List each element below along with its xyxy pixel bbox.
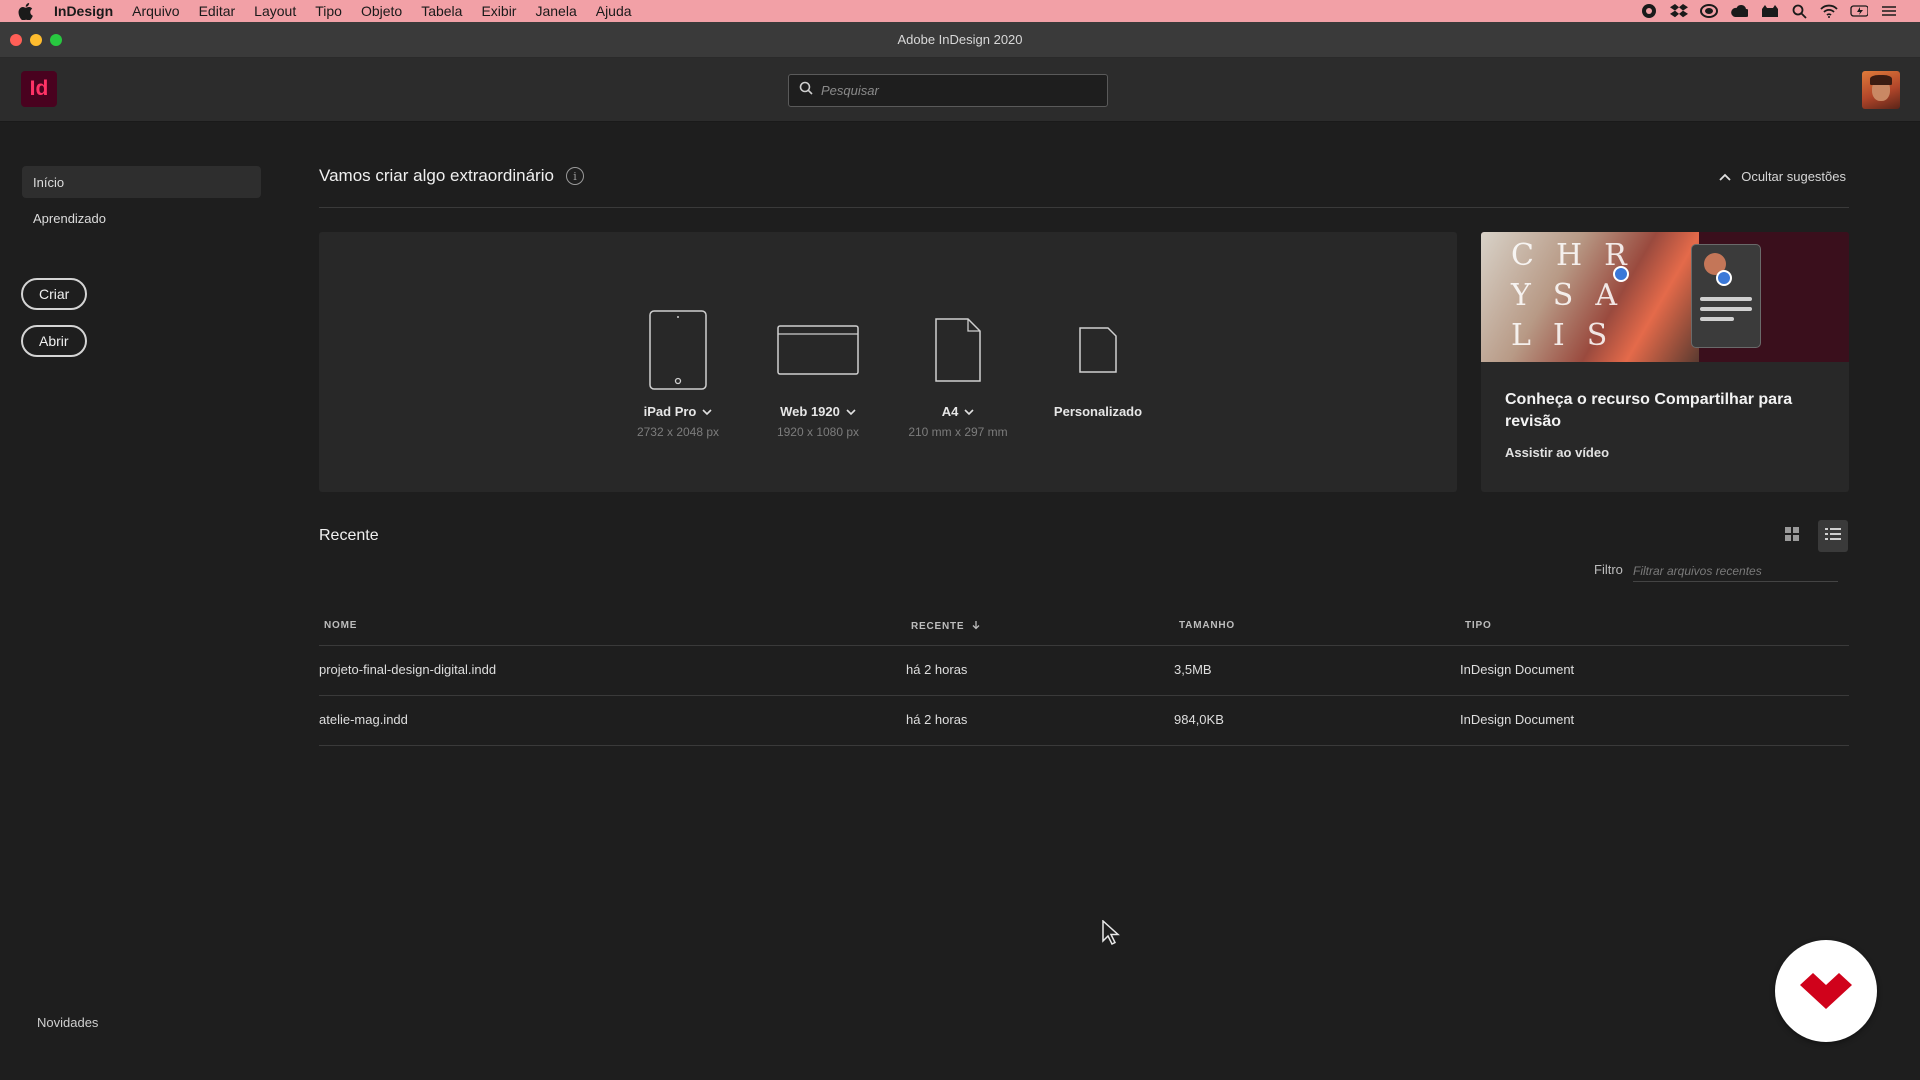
pin-icon: [1716, 270, 1732, 286]
menu-arquivo[interactable]: Arquivo: [132, 3, 179, 19]
preset-a4[interactable]: A4 210 mm x 297 mm: [888, 310, 1028, 439]
sidebar: Início Aprendizado Criar Abrir Novidades: [0, 123, 282, 1080]
preset-size: 2732 x 2048 px: [636, 425, 720, 439]
promo-title: Conheça o recurso Compartilhar para revi…: [1505, 391, 1793, 430]
list-view-button[interactable]: [1818, 520, 1848, 552]
preset-name: Personalizado: [1053, 404, 1143, 419]
file-name: projeto-final-design-digital.indd: [319, 662, 497, 677]
presets-panel: iPad Pro 2732 x 2048 px Web 1920 1920 x …: [319, 232, 1457, 492]
page-title: Vamos criar algo extraordinário i: [319, 166, 584, 186]
spotlight-search-icon[interactable]: [1790, 3, 1808, 19]
battery-icon[interactable]: [1850, 3, 1868, 19]
cloud-icon[interactable]: [1730, 3, 1748, 19]
section-divider: [319, 207, 1849, 208]
brand-badge-icon[interactable]: [1775, 940, 1877, 1042]
column-header-recent[interactable]: RECENTE: [911, 620, 980, 633]
menu-layout[interactable]: Layout: [254, 3, 296, 19]
preset-web-1920[interactable]: Web 1920 1920 x 1080 px: [748, 310, 888, 439]
pin-icon: [1613, 266, 1629, 282]
user-avatar[interactable]: [1862, 71, 1900, 109]
file-size: 3,5MB: [1174, 662, 1212, 677]
chevron-down-icon[interactable]: [846, 404, 856, 419]
preset-size: 1920 x 1080 px: [776, 425, 860, 439]
menu-app-indesign[interactable]: InDesign: [54, 3, 113, 19]
app-header: Id: [0, 58, 1920, 122]
table-row[interactable]: projeto-final-design-digital.indd há 2 h…: [319, 645, 1849, 695]
mouse-cursor-icon: [1102, 919, 1122, 951]
menu-objeto[interactable]: Objeto: [361, 3, 402, 19]
column-header-name[interactable]: NOME: [324, 620, 357, 631]
indesign-logo: Id: [21, 71, 57, 107]
create-button[interactable]: Criar: [21, 278, 88, 310]
cat-icon[interactable]: [1760, 3, 1778, 19]
preset-personalizado[interactable]: Personalizado: [1028, 310, 1168, 425]
info-icon[interactable]: i: [565, 167, 584, 185]
sort-down-arrow-icon: [972, 620, 980, 633]
promo-image-lettering: CHR YSA LIS: [1511, 238, 1649, 353]
grid-view-button[interactable]: [1777, 520, 1807, 552]
search-icon: [799, 81, 813, 100]
column-header-size[interactable]: TAMANHO: [1179, 620, 1235, 631]
menubar-status-icons: [1640, 0, 1898, 22]
control-center-icon[interactable]: [1880, 3, 1898, 19]
preset-size: 210 mm x 297 mm: [908, 425, 1008, 439]
indesign-home-screen: InDesign Arquivo Editar Layout Tipo Obje…: [0, 0, 1920, 1080]
file-name: atelie-mag.indd: [319, 712, 408, 727]
table-bottom-border: [319, 745, 1849, 746]
menu-editar[interactable]: Editar: [199, 3, 236, 19]
menu-tipo[interactable]: Tipo: [315, 3, 342, 19]
chevron-down-icon[interactable]: [964, 404, 974, 419]
menu-tabela[interactable]: Tabela: [421, 3, 462, 19]
file-recent: há 2 horas: [906, 662, 968, 677]
whats-new-link[interactable]: Novidades: [37, 1015, 98, 1030]
sidebar-item-aprendizado[interactable]: Aprendizado: [22, 202, 261, 234]
promo-card[interactable]: CHR YSA LIS Conheça o recurso Compartilhar…: [1481, 232, 1849, 492]
filter-recent-input[interactable]: [1633, 560, 1838, 582]
creative-cloud-icon[interactable]: [1700, 3, 1718, 19]
menu-janela[interactable]: Janela: [535, 3, 576, 19]
column-header-type[interactable]: TIPO: [1465, 620, 1492, 631]
hide-suggestions-label: Ocultar sugestões: [1741, 169, 1846, 184]
custom-document-icon: [1028, 310, 1168, 390]
dropbox-icon[interactable]: [1670, 3, 1688, 19]
preset-ipad-pro[interactable]: iPad Pro 2732 x 2048 px: [608, 310, 748, 439]
filter-label: Filtro: [1594, 562, 1623, 577]
file-recent: há 2 horas: [906, 712, 968, 727]
file-type: InDesign Document: [1460, 712, 1575, 727]
apple-menu-icon[interactable]: [18, 2, 40, 20]
preset-name: iPad Pro: [643, 404, 697, 419]
menu-ajuda[interactable]: Ajuda: [596, 3, 632, 19]
file-type: InDesign Document: [1460, 662, 1575, 677]
search-input[interactable]: [821, 83, 1091, 98]
promo-image: CHR YSA LIS: [1481, 232, 1849, 362]
record-icon[interactable]: [1640, 3, 1658, 19]
wifi-icon[interactable]: [1820, 3, 1838, 19]
window-titlebar: Adobe InDesign 2020: [0, 22, 1920, 58]
page-title-text: Vamos criar algo extraordinário: [319, 166, 554, 185]
macos-menubar: InDesign Arquivo Editar Layout Tipo Obje…: [0, 0, 1920, 22]
chevron-up-icon: [1719, 169, 1731, 184]
sidebar-item-inicio[interactable]: Início: [22, 166, 261, 198]
watch-video-link[interactable]: Assistir ao vídeo: [1505, 445, 1609, 460]
web-page-icon: [748, 310, 888, 390]
chevron-down-icon[interactable]: [702, 404, 712, 419]
recent-section-title: Recente: [319, 527, 379, 544]
preset-name: A4: [941, 404, 959, 419]
search-box[interactable]: [788, 74, 1108, 107]
tablet-icon: [608, 310, 748, 390]
open-button[interactable]: Abrir: [21, 325, 87, 357]
list-view-icon: [1825, 527, 1841, 546]
grid-view-icon: [1784, 526, 1800, 547]
file-size: 984,0KB: [1174, 712, 1224, 727]
menu-exibir[interactable]: Exibir: [481, 3, 516, 19]
table-row[interactable]: atelie-mag.indd há 2 horas 984,0KB InDes…: [319, 695, 1849, 745]
window-title: Adobe InDesign 2020: [897, 32, 1023, 47]
preset-name: Web 1920: [780, 404, 840, 419]
document-icon: [888, 310, 1028, 390]
hide-suggestions-button[interactable]: Ocultar sugestões: [1719, 169, 1846, 184]
